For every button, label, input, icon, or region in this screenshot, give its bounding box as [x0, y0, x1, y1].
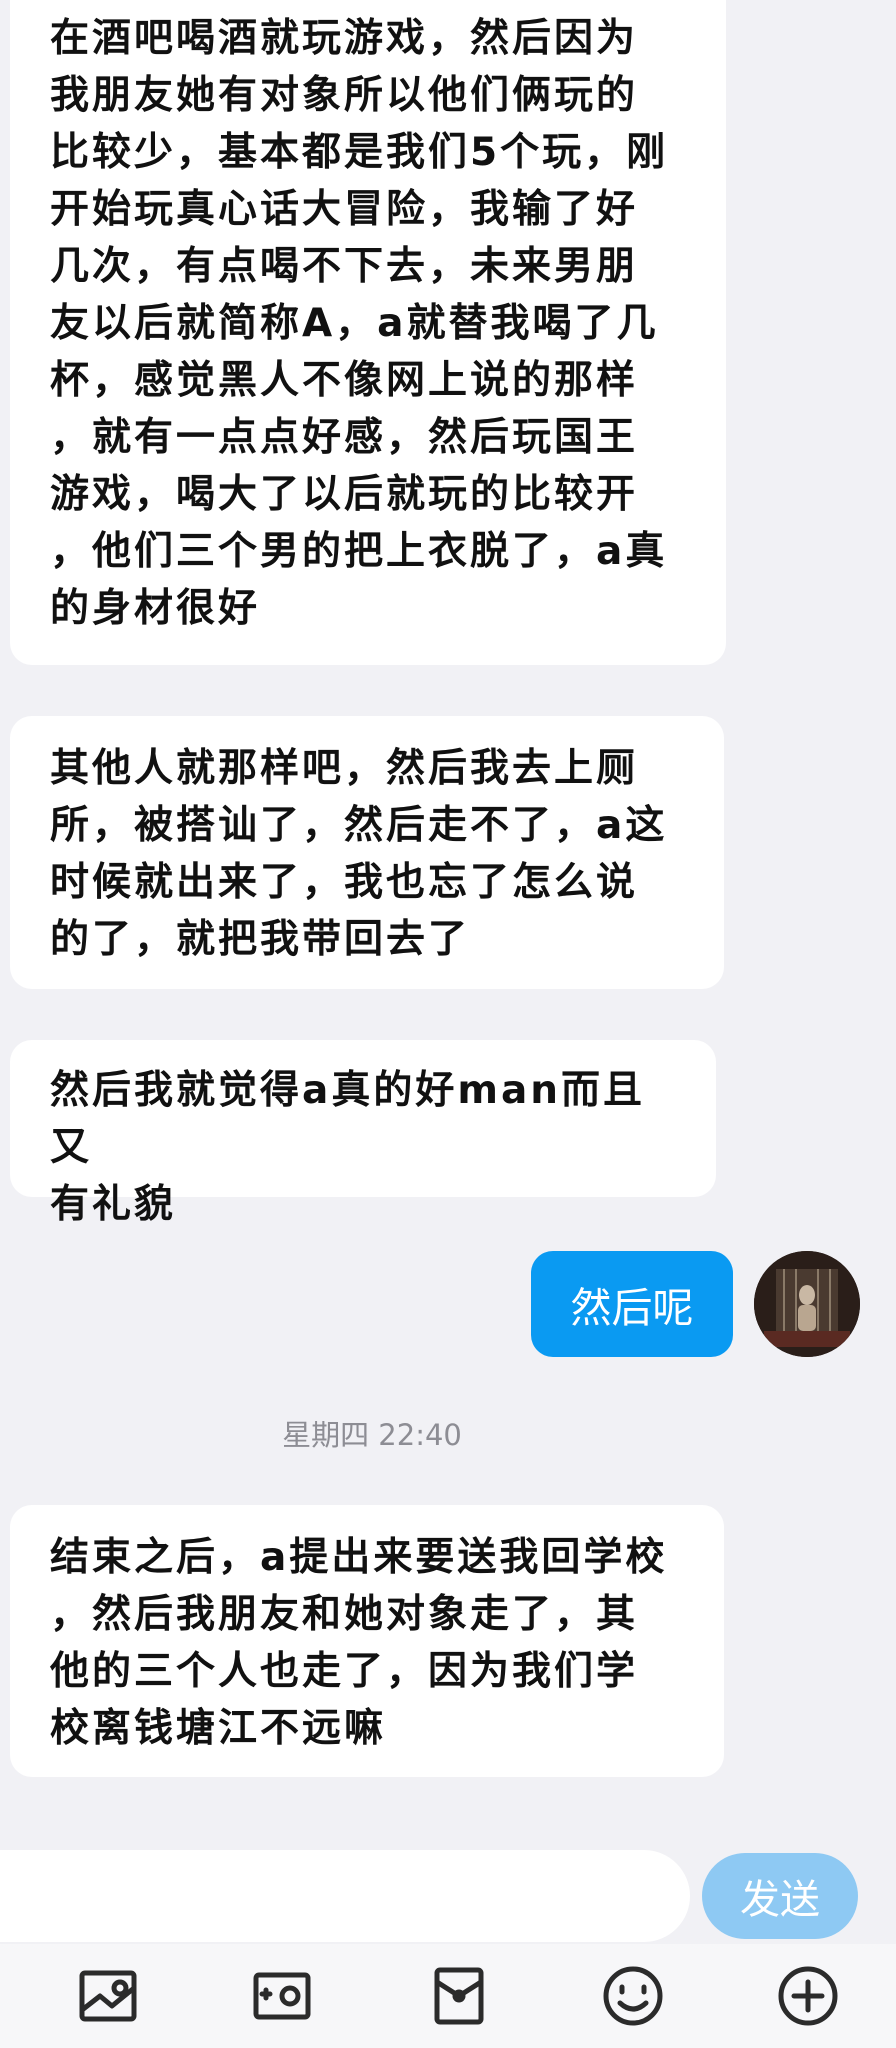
- image-icon[interactable]: [76, 1964, 140, 2028]
- plus-icon[interactable]: [776, 1964, 840, 2028]
- outgoing-message[interactable]: 然后呢: [531, 1251, 733, 1357]
- send-button[interactable]: 发送: [702, 1853, 858, 1939]
- incoming-message-4[interactable]: 结束之后，a提出来要送我回学校 ，然后我朋友和她对象走了，其 他的三个人也走了，…: [10, 1505, 724, 1777]
- message-input[interactable]: [0, 1850, 690, 1942]
- message-input-bar: 发送: [0, 1850, 896, 1942]
- bottom-toolbar: [0, 1944, 896, 2048]
- emoji-icon[interactable]: [601, 1964, 665, 2028]
- avatar-image: [754, 1251, 860, 1357]
- message-timestamp: 星期四 22:40: [282, 1418, 462, 1452]
- incoming-message-3[interactable]: 然后我就觉得a真的好man而且又 有礼貌: [10, 1040, 716, 1227]
- user-avatar[interactable]: [754, 1251, 860, 1357]
- incoming-message-2[interactable]: 其他人就那样吧，然后我去上厕 所，被搭讪了，然后走不了，a这 时候就出来了，我也…: [10, 716, 724, 989]
- incoming-message-1[interactable]: 在酒吧喝酒就玩游戏，然后因为 我朋友她有对象所以他们俩玩的 比较少，基本都是我们…: [10, 0, 726, 665]
- camera-icon[interactable]: [250, 1964, 314, 2028]
- red-packet-icon[interactable]: [427, 1964, 491, 2028]
- chat-message-area[interactable]: 在酒吧喝酒就玩游戏，然后因为 我朋友她有对象所以他们俩玩的 比较少，基本都是我们…: [0, 0, 896, 1840]
